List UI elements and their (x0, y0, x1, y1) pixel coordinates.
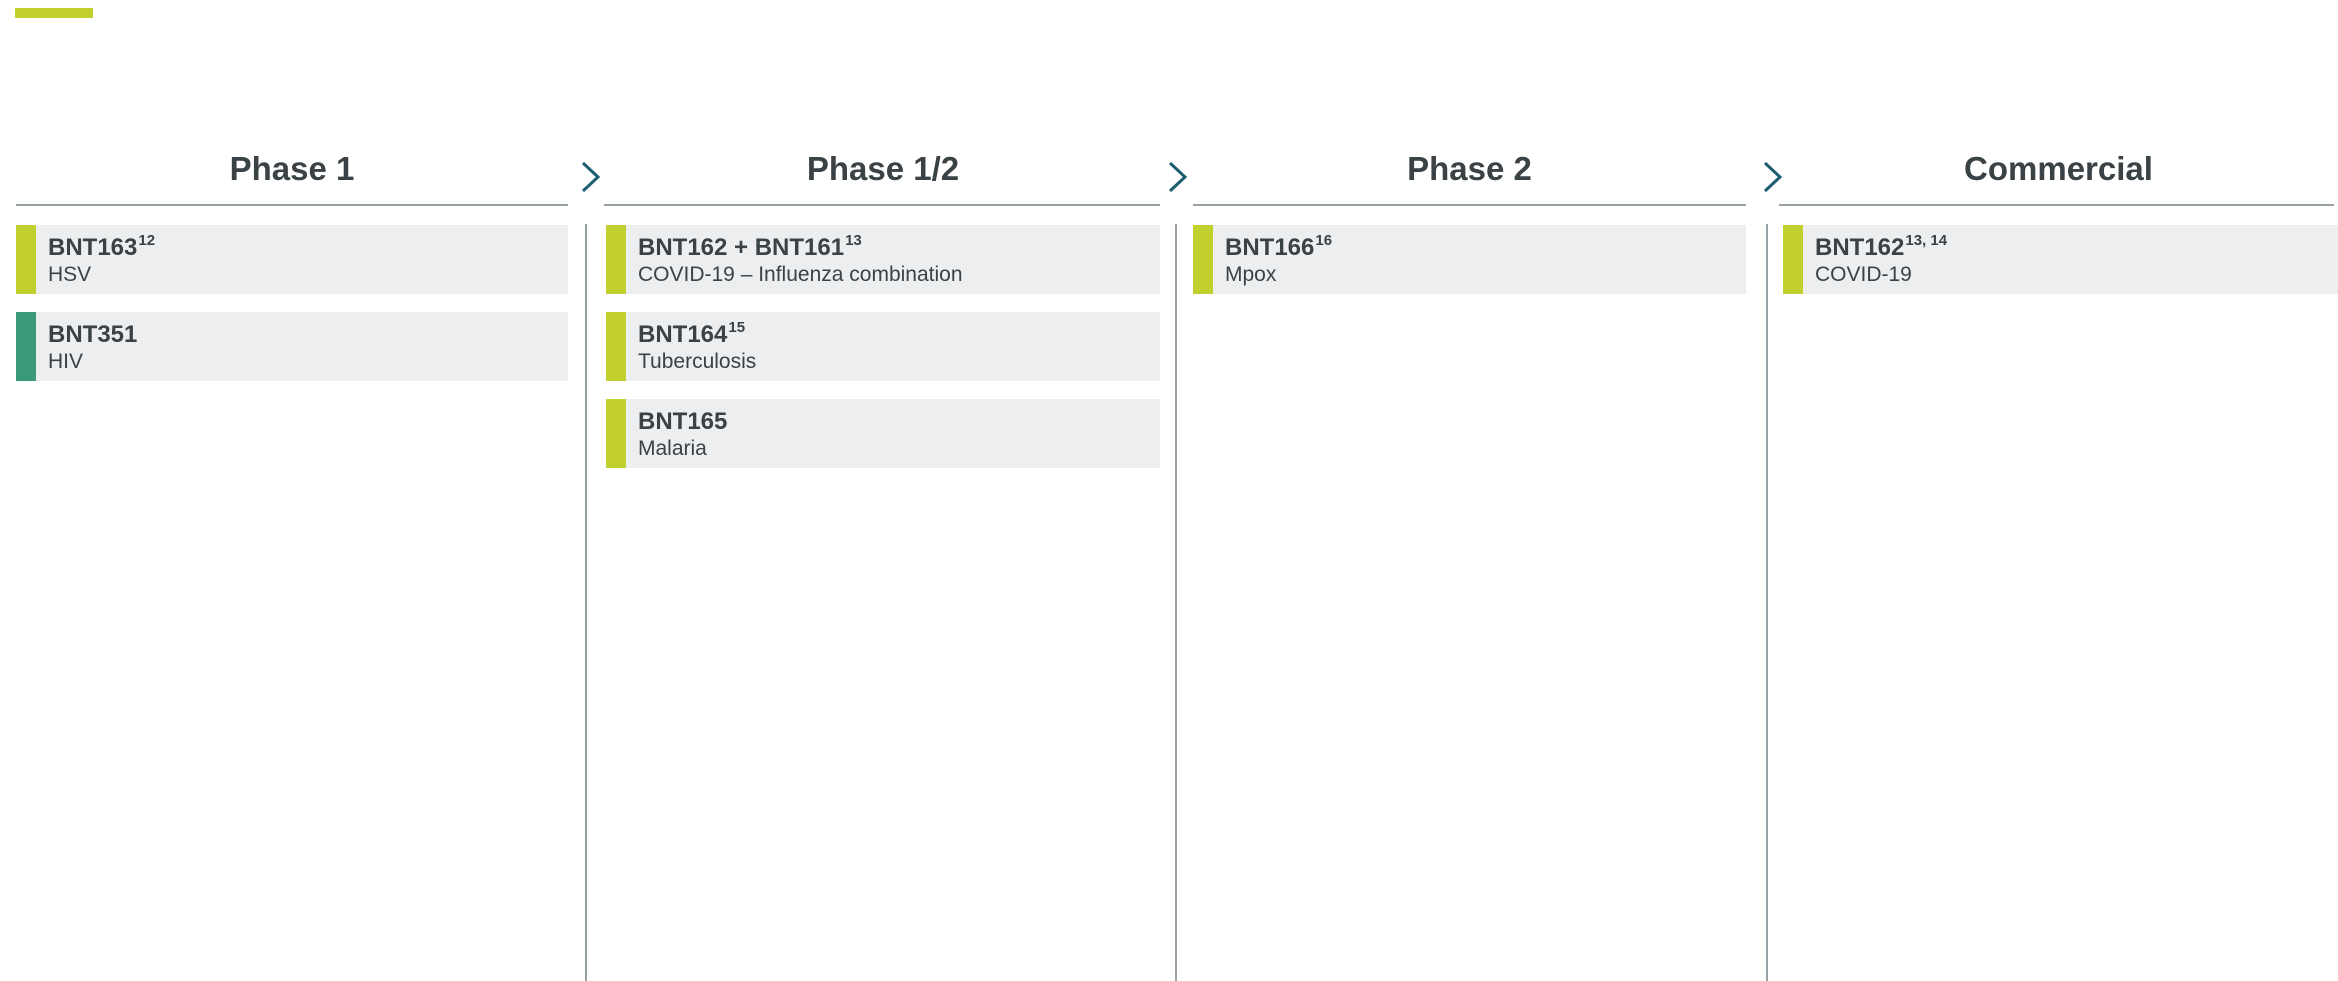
candidate-indication: COVID-19 (1815, 263, 1912, 286)
candidate-name: BNT351 (48, 321, 138, 348)
candidate-card[interactable]: BNT162 + BNT16113 COVID-19 – Influenza c… (606, 225, 1160, 294)
column-phase-1: Phase 1 BNT16312 HSV BNT351 HIV (16, 0, 568, 981)
candidate-card[interactable]: BNT351 HIV (16, 312, 568, 381)
candidate-name: BNT16616 (1225, 232, 1333, 261)
candidate-name: BNT16312 (48, 232, 156, 261)
footnote-ref: 13, 14 (1905, 232, 1948, 249)
candidate-card[interactable]: BNT16312 HSV (16, 225, 568, 294)
chevron-right-icon (1763, 161, 1783, 193)
candidate-indication: Tuberculosis (638, 350, 757, 373)
candidate-indication: Malaria (638, 437, 707, 460)
column-divider (1766, 224, 1768, 981)
candidate-card[interactable]: BNT16616 Mpox (1193, 225, 1746, 294)
footnote-ref: 12 (138, 232, 156, 249)
card-marker (16, 225, 36, 294)
card-marker (606, 312, 626, 381)
column-rule (1779, 204, 2334, 206)
column-title: Phase 1/2 (806, 150, 960, 187)
card-marker (606, 399, 626, 468)
candidate-name: BNT162 + BNT16113 (638, 232, 862, 261)
footnote-ref: 16 (1315, 232, 1333, 249)
column-divider (1175, 224, 1177, 981)
candidate-card[interactable]: BNT16415 Tuberculosis (606, 312, 1160, 381)
candidate-card[interactable]: BNT16213, 14 COVID-19 (1783, 225, 2338, 294)
column-rule (16, 204, 568, 206)
column-title: Phase 1 (229, 150, 355, 187)
candidate-name: BNT165 (638, 408, 728, 435)
column-commercial: Commercial BNT16213, 14 COVID-19 (1779, 0, 2338, 981)
candidate-indication: COVID-19 – Influenza combination (638, 263, 963, 286)
footnote-ref: 15 (728, 319, 746, 336)
footnote-ref: 13 (845, 232, 862, 249)
candidate-indication: HIV (48, 350, 84, 373)
candidate-name: BNT16213, 14 (1815, 232, 1948, 261)
column-title: Commercial (1964, 150, 2153, 187)
card-marker (606, 225, 626, 294)
chevron-right-icon (581, 161, 601, 193)
chevron-right-icon (1168, 161, 1188, 193)
candidate-card[interactable]: BNT165 Malaria (606, 399, 1160, 468)
card-marker (1193, 225, 1213, 294)
column-title: Phase 2 (1407, 150, 1532, 187)
column-rule (1193, 204, 1746, 206)
column-phase-1-2: Phase 1/2 BNT162 + BNT16113 COVID-19 – I… (604, 0, 1160, 981)
column-divider (585, 224, 587, 981)
candidate-indication: HSV (48, 263, 92, 286)
card-marker (16, 312, 36, 381)
candidate-name: BNT16415 (638, 319, 746, 348)
card-marker (1783, 225, 1803, 294)
candidate-indication: Mpox (1225, 263, 1277, 286)
column-phase-2: Phase 2 BNT16616 Mpox (1193, 0, 1746, 981)
column-rule (604, 204, 1160, 206)
